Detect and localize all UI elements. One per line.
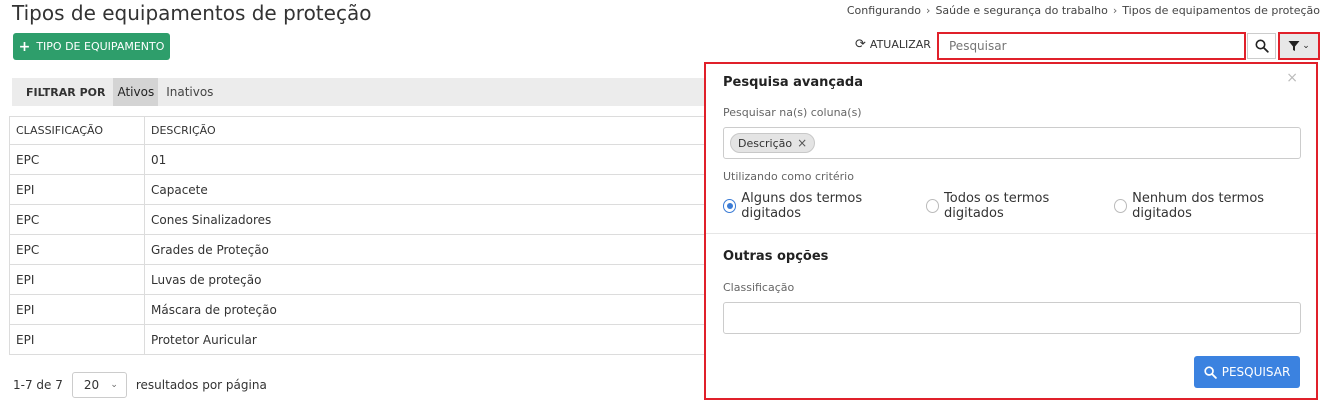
criteria-option-label: Nenhum dos termos digitados [1132,191,1265,221]
table-row[interactable]: EPC 01 [9,144,729,175]
breadcrumb: Configurando › Saúde e segurança do trab… [847,4,1320,17]
criteria-option-todos[interactable]: Todos os termos digitados [925,191,1103,221]
pagination: 1-7 de 7 20 ⌄ resultados por página [13,372,267,398]
criteria-option-nenhum[interactable]: Nenhum dos termos digitados [1113,191,1316,221]
add-button-label: TIPO DE EQUIPAMENTO [36,40,165,53]
radio-selected-icon [723,199,737,213]
page-size-value: 20 [83,378,100,392]
cell-classificacao: EPC [9,204,145,235]
search-button[interactable] [1247,33,1276,59]
advanced-search-button-label: PESQUISAR [1221,365,1291,379]
advanced-search-panel: × Pesquisa avançada Pesquisar na(s) colu… [704,62,1318,400]
page-title: Tipos de equipamentos de proteção [12,1,372,25]
cell-classificacao: EPC [9,144,145,175]
cell-descricao: Protetor Auricular [144,324,729,355]
add-equipment-type-button[interactable]: + TIPO DE EQUIPAMENTO [13,33,170,60]
column-header-descricao[interactable]: DESCRIÇÃO [144,116,729,145]
classification-input[interactable] [723,302,1301,334]
cell-classificacao: EPI [9,324,145,355]
search-input[interactable] [949,39,1244,53]
refresh-button[interactable]: ⟳ ATUALIZAR [855,37,931,52]
breadcrumb-item-configurando[interactable]: Configurando [847,4,921,17]
breadcrumb-item-saude[interactable]: Saúde e segurança do trabalho [935,4,1107,17]
criteria-option-label: Alguns dos termos digitados [741,191,863,221]
column-tag: Descrição × [730,133,816,153]
chevron-down-icon: ⌄ [110,380,118,390]
cell-classificacao: EPI [9,174,145,205]
criteria-label: Utilizando como critério [723,170,854,183]
filter-label: FILTRAR POR [26,85,106,99]
cell-descricao: Cones Sinalizadores [144,204,729,235]
filter-option-ativos[interactable]: Ativos [113,78,159,106]
search-icon [1204,365,1217,379]
columns-label: Pesquisar na(s) coluna(s) [723,106,862,119]
page-size-select[interactable]: 20 ⌄ [71,372,127,398]
cell-classificacao: EPI [9,294,145,325]
cell-descricao: 01 [144,144,729,175]
equipment-types-table: CLASSIFICAÇÃO DESCRIÇÃO EPC 01 EPI Capacet… [9,116,729,355]
column-header-classificacao[interactable]: CLASSIFICAÇÃO [9,116,145,145]
close-icon[interactable]: × [1286,70,1298,86]
chevron-right-icon: › [1112,4,1118,17]
table-row[interactable]: EPI Luvas de proteção [9,264,729,295]
refresh-label: ATUALIZAR [869,38,931,51]
chevron-right-icon: › [926,4,931,17]
search-icon [1255,39,1269,53]
table-row[interactable]: EPI Protetor Auricular [9,324,729,355]
refresh-icon: ⟳ [855,37,866,52]
advanced-filter-button[interactable]: ⌄ [1278,32,1320,60]
classification-label: Classificação [723,281,795,294]
column-tag-label: Descrição [738,136,793,150]
table-row[interactable]: EPC Grades de Proteção [9,234,729,265]
breadcrumb-item-current: Tipos de equipamentos de proteção [1122,4,1320,17]
table-header-row: CLASSIFICAÇÃO DESCRIÇÃO [9,116,729,145]
table-row[interactable]: EPI Capacete [9,174,729,205]
chevron-down-icon: ⌄ [1302,41,1310,51]
search-box [937,32,1246,60]
radio-icon [925,199,940,213]
cell-descricao: Máscara de proteção [144,294,729,325]
remove-tag-icon[interactable]: × [797,136,807,150]
filter-option-inativos[interactable]: Inativos [158,78,217,106]
cell-descricao: Grades de Proteção [144,234,729,265]
divider [706,233,1316,234]
radio-icon [1113,199,1128,213]
table-row[interactable]: EPI Máscara de proteção [9,294,729,325]
table-row[interactable]: EPC Cones Sinalizadores [9,204,729,235]
page-size-suffix: resultados por página [135,378,267,392]
advanced-search-title: Pesquisa avançada [723,75,863,90]
other-options-title: Outras opções [723,249,829,264]
pagination-range: 1-7 de 7 [13,378,63,392]
columns-multiselect[interactable]: Descrição × [723,127,1301,159]
advanced-search-button[interactable]: PESQUISAR [1194,356,1300,388]
criteria-option-label: Todos os termos digitados [944,191,1050,221]
cell-descricao: Capacete [144,174,729,205]
criteria-radio-group: Alguns dos termos digitados Todos os ter… [723,191,1316,221]
filter-bar: FILTRAR POR Ativos Inativos [12,78,712,106]
cell-descricao: Luvas de proteção [144,264,729,295]
plus-icon: + [18,38,31,55]
filter-icon [1288,41,1300,51]
cell-classificacao: EPI [9,264,145,295]
cell-classificacao: EPC [9,234,145,265]
criteria-option-alguns[interactable]: Alguns dos termos digitados [723,191,915,221]
